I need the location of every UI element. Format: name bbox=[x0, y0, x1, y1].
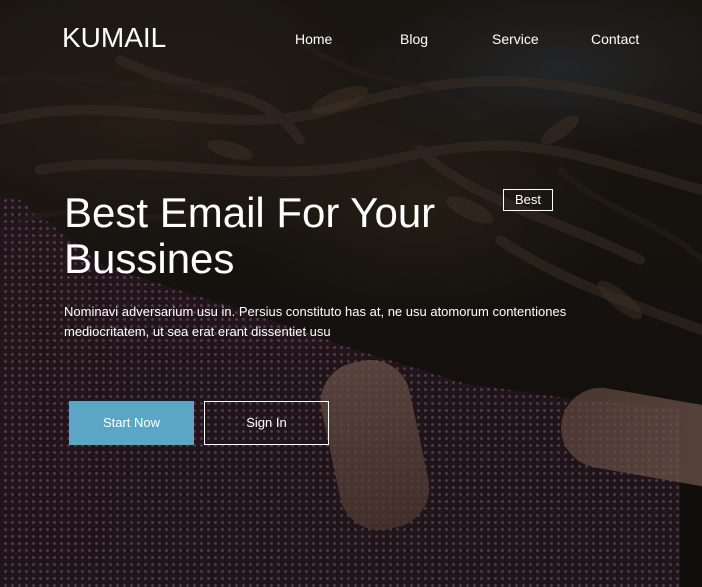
hero-section: KUMAIL Home Blog Service Contact Best Be… bbox=[0, 0, 702, 587]
dark-overlay bbox=[0, 0, 702, 587]
nav-item-blog[interactable]: Blog bbox=[400, 31, 428, 47]
nav-item-contact[interactable]: Contact bbox=[591, 31, 639, 47]
main-nav: Home Blog Service Contact bbox=[0, 31, 702, 51]
hero-headline: Best Email For Your Bussines bbox=[64, 189, 436, 282]
nav-item-home[interactable]: Home bbox=[295, 31, 332, 47]
start-now-button[interactable]: Start Now bbox=[69, 401, 194, 445]
hero-description: Nominavi adversarium usu in. Persius con… bbox=[64, 304, 567, 339]
sign-in-button[interactable]: Sign In bbox=[204, 401, 329, 445]
nav-item-service[interactable]: Service bbox=[492, 31, 539, 47]
